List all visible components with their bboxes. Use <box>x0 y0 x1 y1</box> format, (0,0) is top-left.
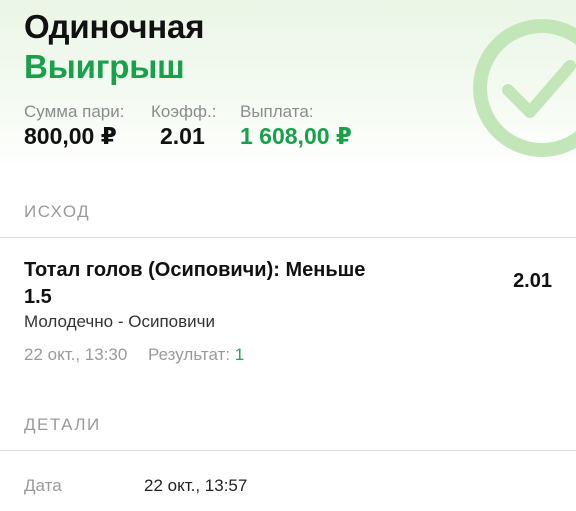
result-label: Результат: <box>148 345 231 364</box>
payout-value: 1 608,00 ₽ <box>240 123 352 149</box>
checkmark-circle-icon <box>473 19 576 157</box>
bet-status: Выигрыш <box>24 48 185 85</box>
bet-type-title: Одиночная <box>24 8 205 45</box>
market-name: Тотал голов (Осиповичи): Меньше 1.5 <box>24 259 366 308</box>
match-name: Молодечно - Осиповичи <box>24 312 216 331</box>
result-value: 1 <box>234 345 245 364</box>
date-label: Дата <box>24 476 62 495</box>
divider <box>0 237 576 238</box>
odds-label: Коэфф.: <box>151 102 217 121</box>
stake-label: Сумма пари: <box>24 102 125 121</box>
outcome-odds: 2.01 <box>513 270 552 292</box>
event-datetime: 22 окт., 13:30 <box>24 345 128 364</box>
date-value: 22 окт., 13:57 <box>144 476 248 495</box>
result: Результат: 1 <box>148 345 244 365</box>
odds-value: 2.01 <box>160 123 205 149</box>
outcome-section-title: ИСХОД <box>24 202 91 221</box>
stake-value: 800,00 ₽ <box>24 123 117 149</box>
details-section-title: ДЕТАЛИ <box>24 415 101 434</box>
divider <box>0 450 576 451</box>
payout-label: Выплата: <box>240 102 314 121</box>
